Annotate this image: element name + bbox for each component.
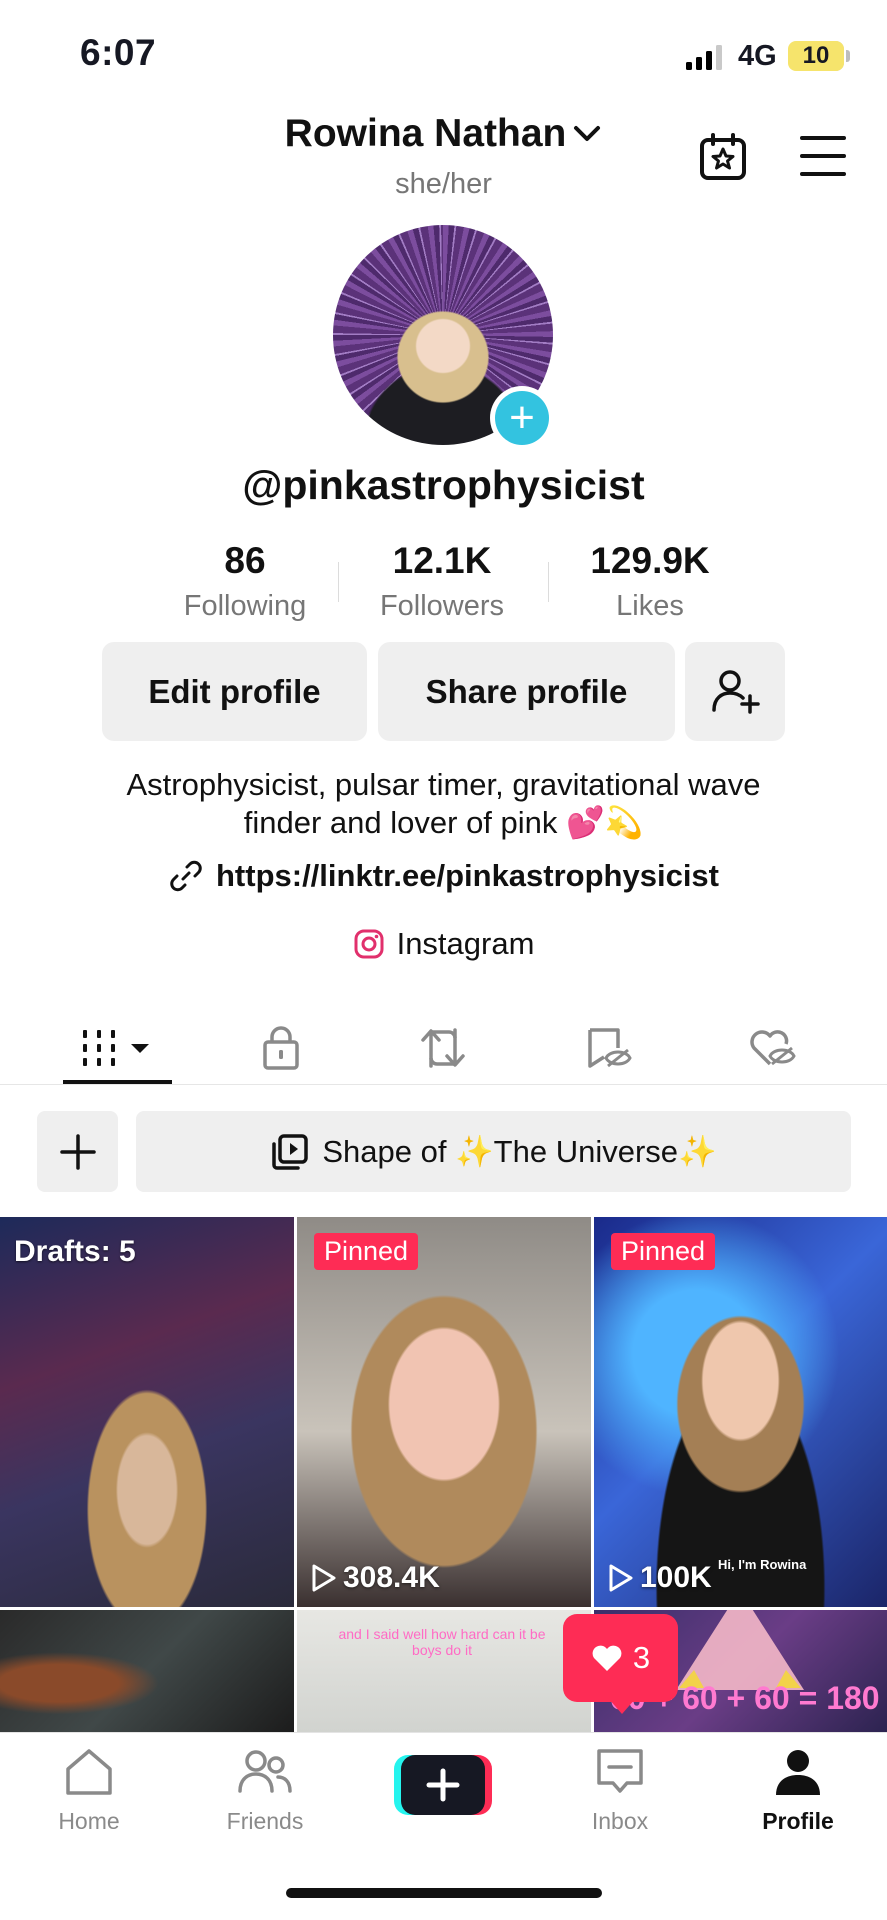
nav-label: Home — [58, 1808, 120, 1834]
chevron-down-icon — [574, 126, 601, 141]
add-playlist-button[interactable] — [37, 1111, 118, 1192]
playlist-name: Shape of ✨The Universe✨ — [322, 1134, 717, 1169]
calendar-button[interactable] — [698, 132, 748, 182]
view-count: 100K — [608, 1561, 712, 1595]
playlist-icon — [272, 1133, 309, 1170]
pinned-badge: Pinned — [611, 1233, 716, 1270]
profile-stats: 86 Following 12.1K Followers 129.9K Like… — [150, 540, 737, 626]
video-thumbnail-pinned[interactable]: Pinned 308.4K — [297, 1217, 591, 1607]
stat-likes[interactable]: 129.9K Likes — [555, 540, 745, 623]
instagram-label: Instagram — [396, 926, 535, 961]
pinned-badge: Pinned — [314, 1233, 419, 1270]
create-plus-icon — [394, 1755, 492, 1815]
menu-line — [800, 154, 846, 158]
battery-level: 10 — [802, 42, 830, 69]
add-story-button[interactable]: + — [490, 386, 554, 450]
stat-value: 12.1K — [392, 540, 492, 581]
plus-icon: + — [495, 391, 549, 445]
profile-name: Rowina Nathan — [284, 112, 567, 155]
view-count-value: 100K — [640, 1561, 712, 1594]
stat-label: Following — [183, 590, 307, 622]
stat-label: Followers — [379, 590, 505, 622]
stat-followers[interactable]: 12.1K Followers — [347, 540, 537, 623]
stat-value: 86 — [224, 540, 266, 581]
instagram-icon — [354, 929, 384, 959]
heart-hidden-icon — [750, 1029, 796, 1065]
nav-profile[interactable]: Profile — [733, 1747, 863, 1835]
account-switcher[interactable]: Rowina Nathan — [0, 112, 887, 156]
link-icon — [170, 860, 202, 892]
menu-button[interactable] — [800, 136, 846, 176]
home-indicator — [286, 1888, 602, 1898]
play-icon — [312, 1564, 336, 1592]
share-profile-button[interactable]: Share profile — [378, 642, 675, 741]
instagram-link[interactable]: Instagram — [0, 926, 887, 962]
grid-menu-icon — [83, 1029, 149, 1066]
calendar-star-icon — [700, 133, 746, 180]
playlist-chip[interactable]: Shape of ✨The Universe✨ — [136, 1111, 851, 1192]
tab-liked[interactable] — [716, 1010, 826, 1085]
battery-icon: 10 — [788, 41, 844, 71]
nav-inbox[interactable]: Inbox — [555, 1747, 685, 1835]
tab-videos[interactable] — [62, 1010, 172, 1085]
video-caption: and I said well how hard can it be boys … — [338, 1626, 546, 1658]
friends-icon — [238, 1750, 292, 1793]
active-tab-indicator — [63, 1080, 172, 1084]
nav-label: Friends — [226, 1808, 304, 1834]
notification-count: 3 — [632, 1640, 651, 1675]
link-text: https://linktr.ee/pinkastrophysicist — [215, 858, 719, 893]
nav-label: Inbox — [591, 1808, 649, 1834]
video-thumbnail[interactable] — [0, 1610, 294, 1732]
create-button[interactable] — [394, 1753, 492, 1817]
view-count: 308.4K — [311, 1561, 440, 1595]
username: @pinkastrophysicist — [242, 462, 645, 508]
plus-icon — [59, 1133, 96, 1170]
nav-home[interactable]: Home — [24, 1747, 154, 1835]
view-count-value: 308.4K — [343, 1561, 440, 1594]
tab-favorites[interactable] — [553, 1010, 663, 1085]
signal-icon — [686, 44, 724, 70]
lock-icon — [263, 1025, 299, 1070]
video-thumbnail-drafts[interactable]: Drafts: 5 — [0, 1217, 294, 1607]
bio-line: finder and lover of pink 💕💫 — [243, 805, 644, 840]
stat-label: Likes — [616, 590, 684, 622]
network-label: 4G — [738, 40, 777, 72]
video-thumbnail[interactable]: and I said well how hard can it be boys … — [297, 1610, 591, 1732]
drafts-label: Drafts: 5 — [14, 1235, 136, 1268]
heart-icon — [592, 1645, 622, 1671]
pronouns: she/her — [395, 168, 492, 200]
status-bar: 6:07 4G 10 — [0, 0, 887, 110]
menu-line — [800, 136, 846, 140]
play-icon — [609, 1564, 633, 1592]
bio: Astrophysicist, pulsar timer, gravitatio… — [60, 766, 827, 842]
nav-label: Profile — [762, 1808, 834, 1834]
add-friends-button[interactable] — [685, 642, 785, 741]
tab-reposts[interactable] — [388, 1010, 498, 1085]
video-thumbnail-pinned-2[interactable]: Pinned Hi, I'm Rowina 100K — [594, 1217, 887, 1607]
content-tabs — [0, 1010, 887, 1085]
tab-private[interactable] — [226, 1010, 336, 1085]
menu-line — [800, 172, 846, 176]
profile-icon — [776, 1750, 820, 1795]
nav-friends[interactable]: Friends — [200, 1747, 330, 1835]
bio-line: Astrophysicist, pulsar timer, gravitatio… — [126, 767, 761, 802]
inbox-icon — [597, 1749, 643, 1793]
stat-following[interactable]: 86 Following — [150, 540, 340, 623]
edit-profile-button[interactable]: Edit profile — [102, 642, 367, 741]
divider — [548, 562, 549, 602]
notification-tail — [608, 1698, 636, 1714]
bio-link[interactable]: https://linktr.ee/pinkastrophysicist — [0, 858, 887, 894]
bookmark-hidden-icon — [588, 1027, 632, 1068]
likes-notification[interactable]: 3 — [563, 1614, 678, 1702]
video-caption: Hi, I'm Rowina — [718, 1557, 807, 1572]
stat-value: 129.9K — [590, 540, 710, 581]
status-time: 6:07 — [80, 32, 157, 73]
battery-tip — [846, 50, 850, 62]
home-icon — [66, 1749, 112, 1795]
add-user-icon — [712, 669, 760, 714]
repost-icon — [421, 1027, 465, 1068]
divider — [338, 562, 339, 602]
